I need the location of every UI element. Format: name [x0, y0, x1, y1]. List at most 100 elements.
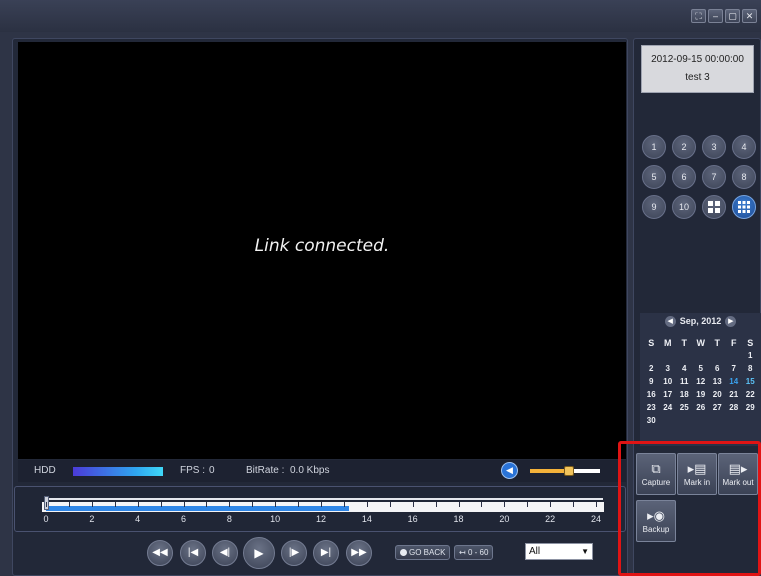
channel-4-button[interactable]: 4	[732, 135, 756, 159]
calendar-day[interactable]: 19	[693, 390, 710, 400]
channel-1-button[interactable]: 1	[642, 135, 666, 159]
calendar-day[interactable]: 7	[726, 364, 743, 374]
calendar-day[interactable]: 1	[742, 351, 759, 361]
channel-2-button[interactable]: 2	[672, 135, 696, 159]
timeline-hour-label: 12	[315, 514, 326, 524]
timeline-hour-label: 14	[361, 514, 372, 524]
timeline-tick	[252, 502, 254, 507]
hdd-usage-bar	[73, 467, 163, 476]
mark-in-button[interactable]: ▸▤ Mark in	[677, 453, 717, 495]
timeline-hour-label: 6	[180, 514, 186, 524]
timeline-hour-label: 22	[545, 514, 556, 524]
calendar-day[interactable]: 27	[709, 403, 726, 413]
mark-out-button[interactable]: ▤▸ Mark out	[718, 453, 758, 495]
calendar-day[interactable]: 23	[643, 403, 660, 413]
channel-7-button[interactable]: 7	[702, 165, 726, 189]
calendar-day[interactable]: 2	[643, 364, 660, 374]
calendar-day[interactable]: 4	[676, 364, 693, 374]
calendar-day[interactable]: 5	[693, 364, 710, 374]
timeline-tick	[389, 502, 391, 507]
calendar-day[interactable]: 8	[742, 364, 759, 374]
timeline-tick	[46, 502, 47, 507]
calendar-day[interactable]: 12	[693, 377, 710, 387]
calendar-header: ◀ Sep, 2012 ▶	[640, 316, 761, 327]
timeline-tick	[91, 502, 93, 507]
calendar-day[interactable]: 17	[660, 390, 677, 400]
quad-grid-icon	[708, 201, 720, 213]
channel-8-button[interactable]: 8	[732, 165, 756, 189]
calendar-day[interactable]: 21	[726, 390, 743, 400]
timeline-hour-label: 10	[270, 514, 281, 524]
fullscreen-icon[interactable]: ⛶	[691, 9, 706, 23]
range-button[interactable]: ↤ 0 - 60	[454, 545, 494, 560]
backup-label: Backup	[642, 525, 670, 534]
calendar-day[interactable]: 25	[676, 403, 693, 413]
playback-filter-select[interactable]: All ▼	[525, 543, 593, 560]
calendar-day[interactable]: 28	[726, 403, 743, 413]
step-forward-button[interactable]: |▶	[281, 540, 307, 566]
maximize-icon[interactable]: ▢	[725, 9, 740, 23]
play-button[interactable]: ▶	[243, 537, 275, 569]
quad-view-button[interactable]	[702, 195, 726, 219]
multi-view-button[interactable]	[732, 195, 756, 219]
channel-5-button[interactable]: 5	[642, 165, 666, 189]
calendar-empty-cell	[676, 351, 693, 361]
calendar-day[interactable]: 22	[742, 390, 759, 400]
close-icon[interactable]: ✕	[742, 9, 757, 23]
video-status-message: Link connected.	[254, 236, 390, 256]
calendar-day[interactable]: 18	[676, 390, 693, 400]
prev-segment-button[interactable]: |◀	[180, 540, 206, 566]
capture-button[interactable]: ⧉ Capture	[636, 453, 676, 495]
volume-fill	[530, 469, 569, 473]
calendar-day[interactable]: 15	[742, 377, 759, 387]
calendar-day[interactable]: 14	[726, 377, 743, 387]
calendar-day[interactable]: 3	[660, 364, 677, 374]
timeline-hour-label: 0	[43, 514, 49, 524]
prev-month-icon[interactable]: ◀	[664, 316, 676, 327]
volume-slider[interactable]	[530, 466, 600, 476]
backup-button[interactable]: ▸◉ Backup	[636, 500, 676, 542]
next-segment-button[interactable]: ▶|	[313, 540, 339, 566]
fps-value: 0	[209, 465, 215, 476]
bitrate-label: BitRate :	[246, 465, 285, 476]
minimize-icon[interactable]: –	[708, 9, 723, 23]
channel-10-button[interactable]: 10	[672, 195, 696, 219]
next-month-icon[interactable]: ▶	[725, 316, 737, 327]
timeline-hour-label: 4	[135, 514, 141, 524]
calendar-day[interactable]: 13	[709, 377, 726, 387]
calendar-grid: S M T W T F S 1 2 3 4 5 6 7 8 9 10 11 12 13 14 15 16 17 18 19 20 21…	[643, 338, 761, 426]
timeline-hour-label: 20	[499, 514, 510, 524]
calendar-day[interactable]: 29	[742, 403, 759, 413]
backup-disc-icon: ▸◉	[647, 508, 665, 523]
timeline-tick	[229, 502, 231, 507]
step-back-button[interactable]: ◀|	[212, 540, 238, 566]
calendar-day[interactable]: 11	[676, 377, 693, 387]
calendar-day[interactable]: 24	[660, 403, 677, 413]
video-viewport[interactable]: Link connected.	[18, 42, 626, 459]
fast-forward-button[interactable]: ▶▶	[346, 540, 372, 566]
timeline-tick	[366, 502, 368, 507]
channel-3-button[interactable]: 3	[702, 135, 726, 159]
calendar-day[interactable]: 9	[643, 377, 660, 387]
calendar-day[interactable]: 6	[709, 364, 726, 374]
fast-rewind-button[interactable]: ◀◀	[147, 540, 173, 566]
calendar-weekday: T	[681, 338, 688, 348]
calendar-day[interactable]: 10	[660, 377, 677, 387]
calendar-day[interactable]: 26	[693, 403, 710, 413]
filter-selected-value: All	[529, 546, 541, 557]
status-bar: HDD FPS : 0 BitRate : 0.0 Kbps ◀	[18, 460, 626, 482]
chevron-down-icon: ▼	[581, 547, 589, 556]
mark-in-label: Mark in	[683, 478, 711, 487]
timeline-tick	[275, 502, 277, 507]
calendar-day[interactable]: 16	[643, 390, 660, 400]
speaker-icon[interactable]: ◀	[501, 462, 518, 479]
calendar-day[interactable]: 30	[643, 416, 660, 426]
timeline-tick	[504, 502, 506, 507]
go-back-button[interactable]: GO BACK	[395, 545, 451, 560]
volume-knob[interactable]	[563, 466, 574, 476]
calendar-day[interactable]: 20	[709, 390, 726, 400]
channel-6-button[interactable]: 6	[672, 165, 696, 189]
channel-9-button[interactable]: 9	[642, 195, 666, 219]
calendar-weekday: S	[648, 338, 655, 348]
mark-out-label: Mark out	[722, 478, 754, 487]
